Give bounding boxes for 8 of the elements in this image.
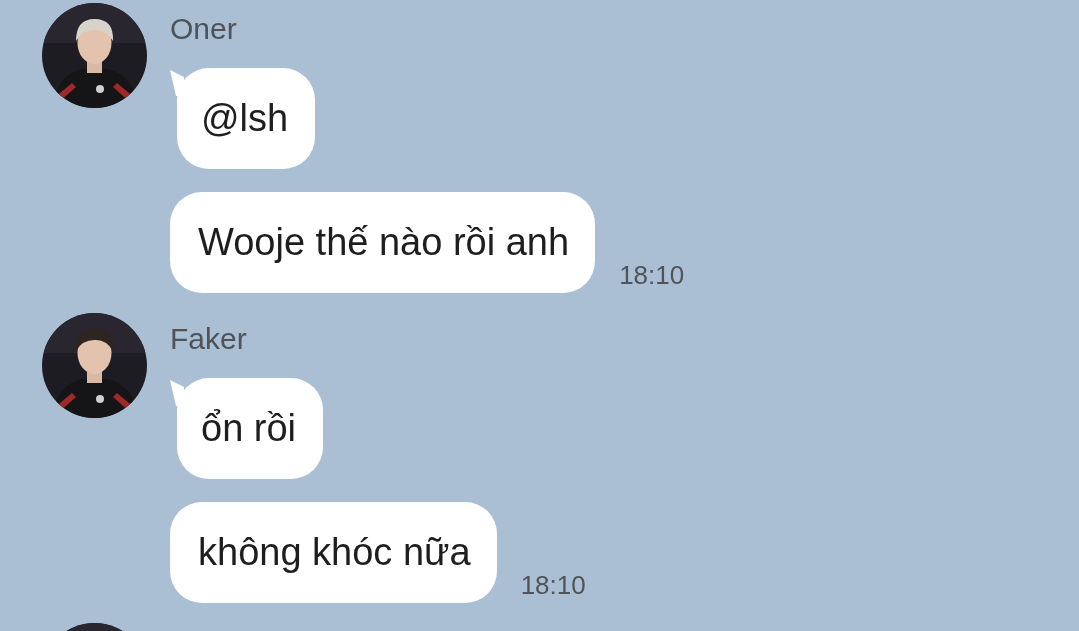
sender-name: Faker [170,321,247,357]
message-time: 18:10 [520,570,586,601]
message-bubble: không khóc nữa [170,502,497,603]
message-bubble: ổn rồi [177,378,324,479]
message-bubble: @lsh [177,68,316,169]
sender-name: Oner [170,11,237,47]
message-time: 18:10 [619,260,685,291]
message-bubble: Wooje thế nào rồi anh [170,192,596,293]
